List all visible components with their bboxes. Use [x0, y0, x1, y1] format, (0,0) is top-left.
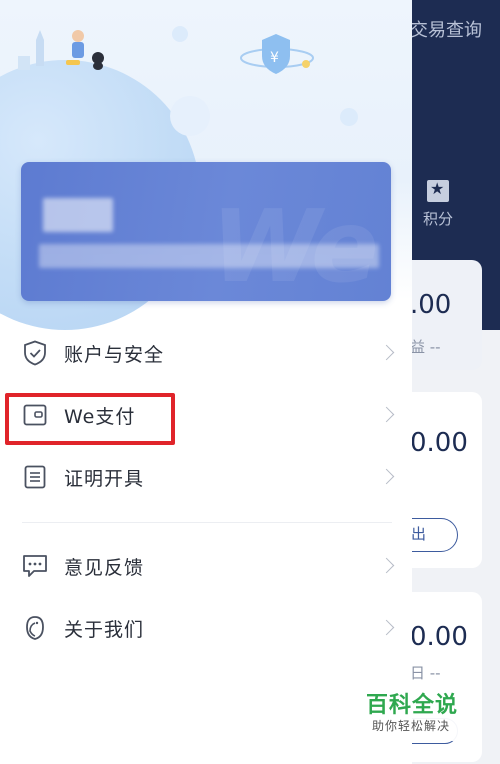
- building: [18, 56, 30, 70]
- person-head: [72, 30, 84, 42]
- document-list-icon: [22, 464, 48, 490]
- points-label: 积分: [422, 210, 453, 228]
- building: [36, 40, 44, 66]
- chevron-right-icon: [378, 619, 395, 636]
- hero-decoration-svg: ¥: [18, 30, 314, 74]
- penguin-body: [93, 62, 103, 70]
- menu-item-about-us[interactable]: 关于我们: [0, 597, 412, 659]
- penguin-icon: [22, 615, 48, 641]
- chevron-right-icon: [378, 406, 395, 423]
- chevron-right-icon: [378, 557, 395, 574]
- product-amount: 0.00: [410, 428, 468, 458]
- asset-amount: .00: [410, 290, 452, 320]
- product-date: 日 --: [410, 664, 441, 682]
- menu-label: We支付: [64, 405, 136, 428]
- menu-divider: [22, 522, 392, 523]
- yuan-symbol: ¥: [270, 50, 279, 66]
- menu-item-feedback[interactable]: 意见反馈: [0, 535, 412, 597]
- points-button[interactable]: 积分: [416, 179, 460, 229]
- menu-item-we-pay[interactable]: We支付: [0, 384, 412, 446]
- chevron-right-icon: [378, 468, 395, 485]
- chat-bubble-icon: [22, 553, 48, 579]
- person-body: [72, 42, 84, 58]
- logo-subtitle: 助你轻松解决: [372, 719, 451, 733]
- chevron-right-icon: [378, 344, 395, 361]
- side-drawer: ¥ We 账户与安全: [0, 0, 412, 764]
- profile-card[interactable]: We: [21, 162, 391, 301]
- transaction-query-link[interactable]: 交易查询: [410, 16, 482, 42]
- menu-label: 意见反馈: [64, 556, 145, 579]
- baike-logo: 百科全说 助你轻松解决: [362, 683, 475, 741]
- product-amount-2: 0.00: [410, 622, 468, 652]
- logo-title: 百科全说: [366, 693, 459, 718]
- coin-dot: [302, 60, 310, 68]
- shield-check-icon: [22, 340, 48, 366]
- star-icon: [427, 179, 449, 202]
- drawer-menu: 账户与安全 We支付 证明开具 意见反馈 关于我们: [0, 322, 412, 659]
- blurred-name: [43, 198, 113, 232]
- building-roof: [36, 30, 44, 40]
- menu-label: 账户与安全: [64, 343, 165, 366]
- menu-item-certificate[interactable]: 证明开具: [0, 446, 412, 508]
- menu-item-account-security[interactable]: 账户与安全: [0, 322, 412, 384]
- menu-label: 关于我们: [64, 618, 145, 641]
- asset-earnings: 益 --: [410, 338, 441, 356]
- wallet-icon: [22, 402, 48, 428]
- menu-label: 证明开具: [64, 467, 145, 490]
- blurred-account-info: [39, 244, 379, 268]
- person-feet: [66, 60, 80, 65]
